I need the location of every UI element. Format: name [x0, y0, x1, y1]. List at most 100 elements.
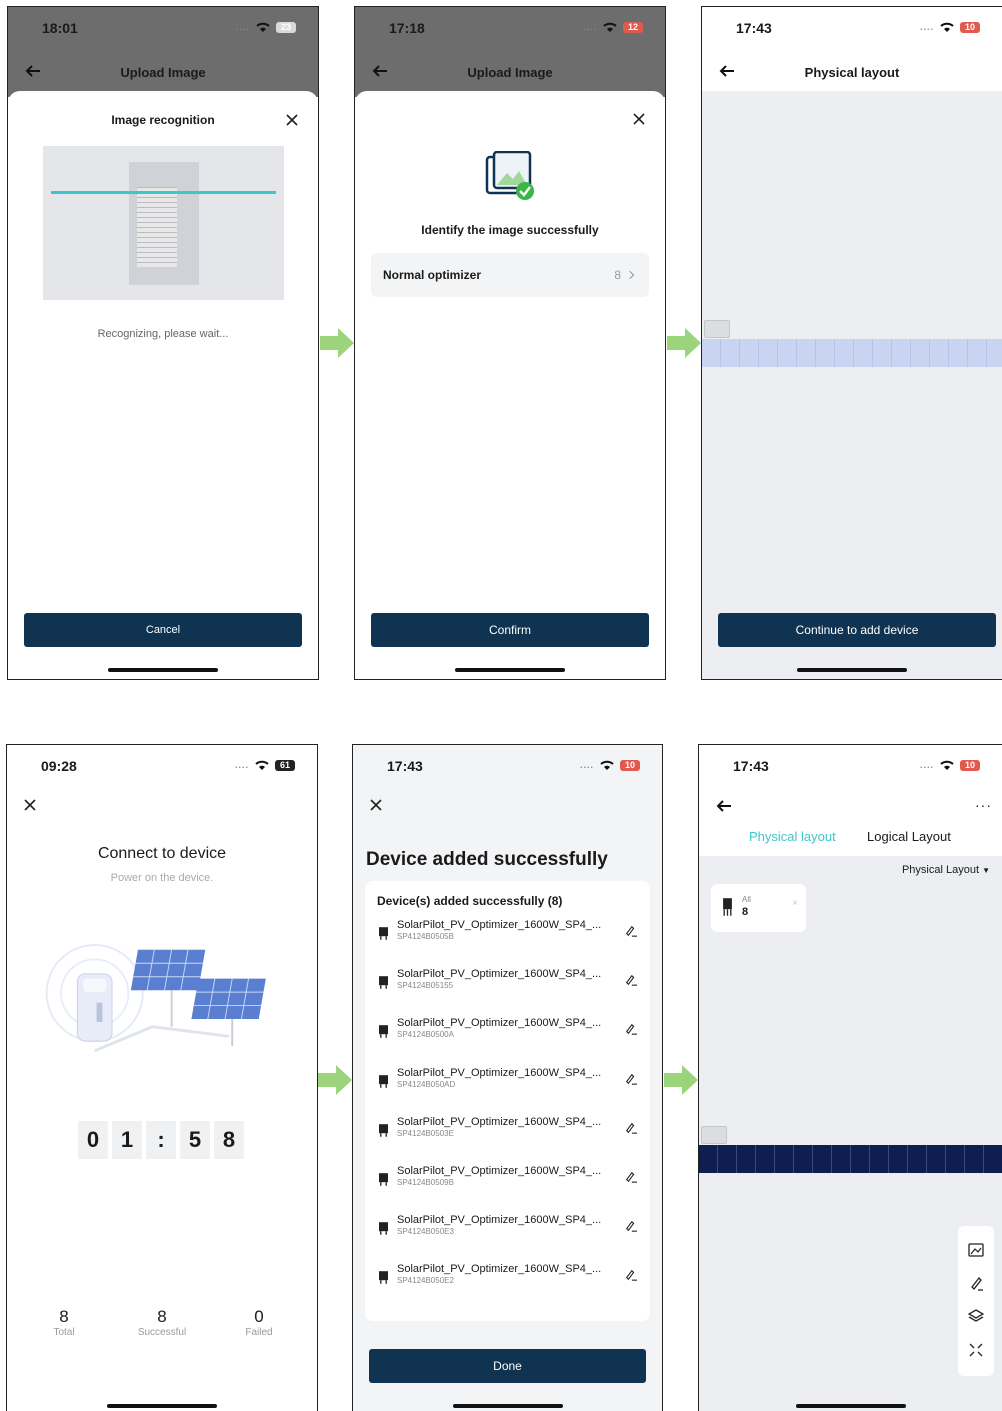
device-serial: SP4124B0503E	[397, 1128, 454, 1138]
cancel-button[interactable]: Cancel	[24, 613, 302, 647]
device-list-card: Device(s) added successfully (8) SolarPi…	[365, 881, 650, 1321]
countdown-digit: 5	[180, 1121, 210, 1159]
stat-total: 8 Total	[34, 1307, 94, 1338]
continue-add-device-button[interactable]: Continue to add device	[718, 613, 996, 647]
recognition-sheet: Image recognition Recognizing, please wa…	[8, 91, 318, 679]
layout-canvas[interactable]: Physical Layout ▼ All 8 ×	[699, 856, 1002, 1411]
stat-successful: 8 Successful	[122, 1307, 202, 1338]
list-item[interactable]: SolarPilot_PV_Optimizer_1600W_SP4_... SP4…	[379, 1263, 637, 1297]
more-options-icon[interactable]: ···	[975, 797, 992, 813]
device-name: SolarPilot_PV_Optimizer_1600W_SP4_...	[397, 1066, 602, 1079]
list-item[interactable]: SolarPilot_PV_Optimizer_1600W_SP4_... SP4…	[379, 968, 637, 1002]
wifi-icon	[940, 22, 954, 32]
battery-icon: 61	[275, 759, 295, 771]
gateway-icon[interactable]	[704, 320, 730, 338]
stat-label: Failed	[245, 1327, 273, 1338]
edit-icon[interactable]	[624, 1073, 638, 1085]
list-item[interactable]: SolarPilot_PV_Optimizer_1600W_SP4_... SP4…	[379, 1066, 637, 1101]
tab-physical-layout[interactable]: Physical layout	[749, 829, 836, 844]
stat-label: Total	[53, 1327, 75, 1338]
result-row[interactable]: Normal optimizer 8	[371, 253, 649, 297]
battery-icon: 12	[623, 21, 643, 33]
scan-line	[51, 191, 276, 194]
home-indicator	[107, 1404, 217, 1408]
signal-icon: ....	[579, 760, 594, 770]
optimizer-icon	[379, 927, 388, 940]
edit-icon[interactable]	[624, 1171, 638, 1183]
collapse-icon[interactable]	[968, 1342, 984, 1358]
screen-identify-success: 17:18 .... 12 Upload Image Identify the …	[354, 6, 666, 680]
caret-down-icon: ▼	[982, 866, 990, 875]
all-count: 8	[742, 906, 749, 918]
screen-image-recognition: 18:01 .... 23 Upload Image Image recogni…	[7, 6, 319, 680]
flow-arrow-icon	[664, 1065, 698, 1095]
wifi-icon	[256, 22, 270, 32]
status-bar: 17:43 .... 10	[699, 745, 1002, 785]
optimizer-icon	[379, 1123, 388, 1137]
layers-icon[interactable]	[968, 1308, 984, 1324]
close-icon[interactable]	[633, 113, 645, 125]
wifi-icon	[600, 760, 614, 770]
edit-icon[interactable]	[624, 974, 638, 986]
close-icon[interactable]	[370, 799, 382, 811]
list-item[interactable]: SolarPilot_PV_Optimizer_1600W_SP4_... SP4…	[379, 919, 637, 953]
wifi-icon	[255, 760, 269, 770]
close-icon[interactable]	[24, 799, 36, 811]
list-item[interactable]: SolarPilot_PV_Optimizer_1600W_SP4_... SP4…	[379, 1165, 637, 1199]
close-icon[interactable]	[286, 114, 298, 126]
all-devices-chip[interactable]: All 8 ×	[711, 884, 806, 932]
device-serial: SP4124B05155	[397, 981, 454, 991]
optimizer-icon	[379, 1173, 388, 1186]
edit-icon[interactable]	[968, 1275, 984, 1291]
status-bar: 17:43 .... 10	[353, 745, 662, 785]
signal-icon: ....	[919, 760, 934, 770]
device-and-solar-illustration	[45, 944, 266, 1053]
tab-logical-layout[interactable]: Logical Layout	[867, 829, 951, 844]
page-title: Upload Image	[120, 65, 206, 80]
optimizer-icon	[379, 1271, 388, 1285]
countdown-separator: :	[146, 1121, 176, 1159]
recognizing-text: Recognizing, please wait...	[97, 328, 229, 340]
screen-device-added: 17:43 .... 10 Device added successfully …	[352, 744, 663, 1411]
device-name: SolarPilot_PV_Optimizer_1600W_SP4_...	[397, 968, 602, 981]
close-icon[interactable]: ×	[792, 898, 798, 909]
edit-icon[interactable]	[624, 1220, 638, 1232]
gateway-icon[interactable]	[701, 1126, 727, 1144]
edit-icon[interactable]	[624, 1122, 638, 1134]
recognition-image	[43, 146, 284, 300]
flow-arrow-icon	[667, 328, 701, 358]
optimizer-icon	[379, 1222, 388, 1235]
done-button[interactable]: Done	[369, 1349, 646, 1383]
image-success-icon	[485, 151, 534, 200]
panel-row-placeholder[interactable]	[702, 339, 1002, 367]
panel-row[interactable]	[699, 1145, 1002, 1173]
image-upload-icon[interactable]	[968, 1242, 984, 1258]
signal-icon: ....	[235, 22, 250, 32]
stat-label: Successful	[137, 1327, 187, 1338]
success-text: Identify the image successfully	[421, 223, 599, 237]
device-serial: SP4124B050E2	[397, 1276, 454, 1286]
edit-icon[interactable]	[624, 925, 638, 937]
device-name: SolarPilot_PV_Optimizer_1600W_SP4_...	[397, 1115, 602, 1128]
screen-layout-editor: 17:43 .... 10 ··· Physical layout Logica…	[698, 744, 1002, 1411]
edit-icon[interactable]	[624, 1269, 638, 1282]
layout-type-select[interactable]: Physical Layout ▼	[902, 864, 990, 876]
home-indicator	[455, 668, 565, 672]
list-item[interactable]: SolarPilot_PV_Optimizer_1600W_SP4_... SP4…	[379, 1017, 637, 1051]
optimizer-icon	[723, 898, 732, 916]
screen-connect-device: 09:28 .... 61 Connect to device Power on…	[6, 744, 318, 1411]
device-name: SolarPilot_PV_Optimizer_1600W_SP4_...	[397, 1165, 602, 1177]
status-time: 17:18	[389, 20, 425, 36]
result-sheet: Identify the image successfully Normal o…	[355, 91, 665, 679]
stat-value: 0	[254, 1307, 264, 1326]
list-item[interactable]: SolarPilot_PV_Optimizer_1600W_SP4_... SP4…	[379, 1115, 637, 1150]
list-item[interactable]: SolarPilot_PV_Optimizer_1600W_SP4_... SP4…	[379, 1214, 637, 1248]
confirm-button[interactable]: Confirm	[371, 613, 649, 647]
back-arrow-icon[interactable]	[715, 797, 733, 815]
result-count: 8	[614, 268, 621, 282]
home-indicator	[795, 1404, 906, 1408]
battery-icon: 10	[960, 759, 980, 771]
edit-icon[interactable]	[624, 1023, 638, 1036]
layout-canvas[interactable]	[702, 91, 1002, 679]
page-title: Connect to device	[97, 845, 227, 862]
